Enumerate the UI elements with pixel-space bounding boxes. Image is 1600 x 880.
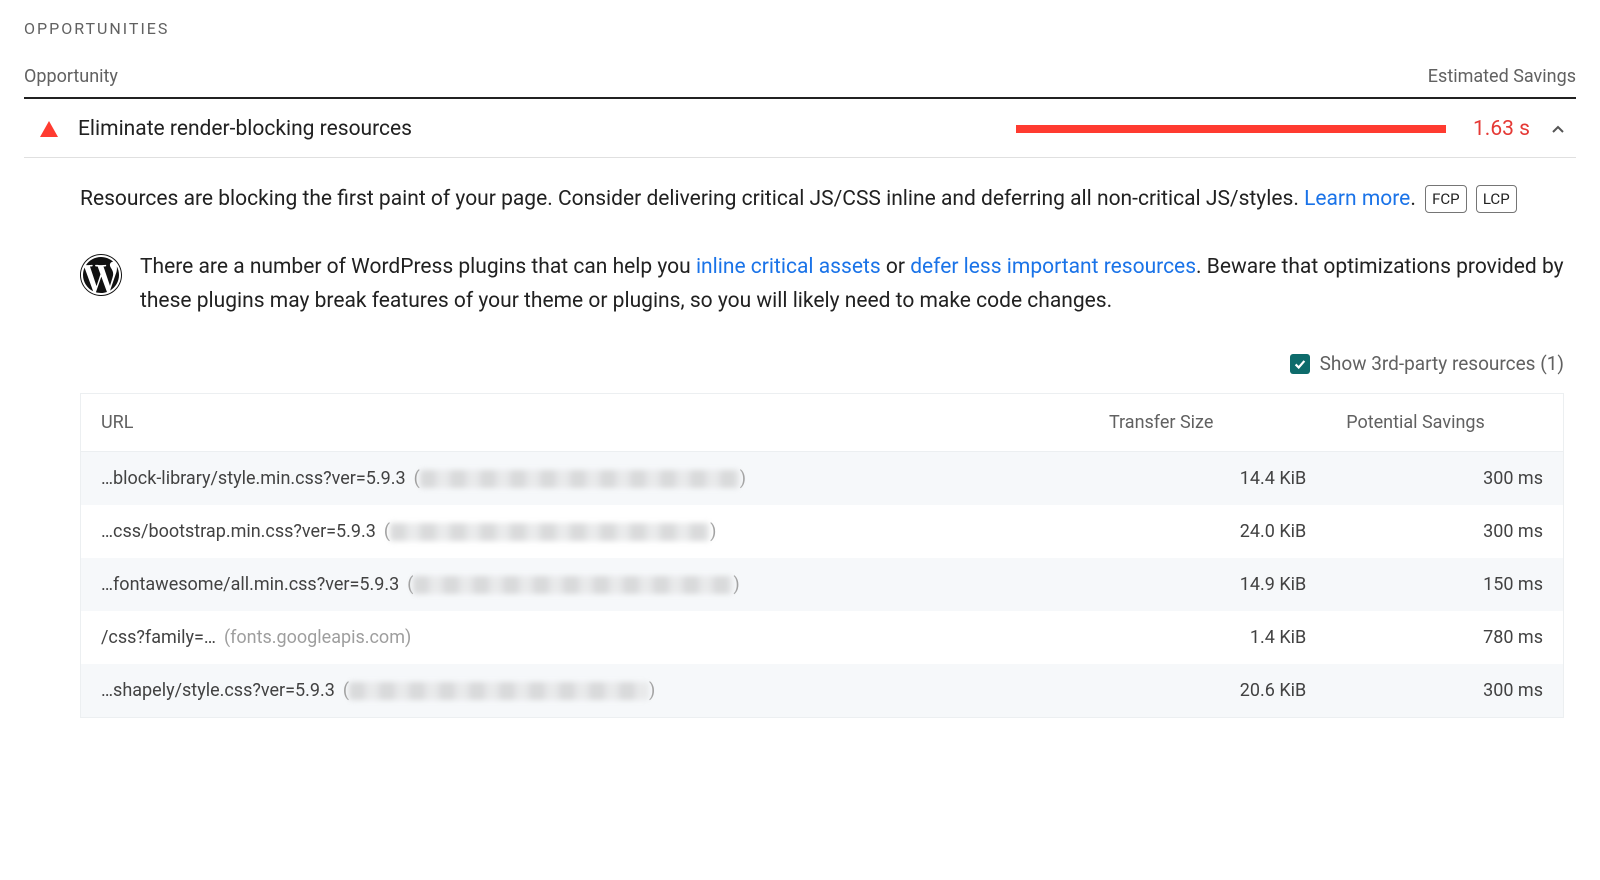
inline-critical-link[interactable]: inline critical assets bbox=[696, 255, 881, 279]
audit-details: Resources are blocking the first paint o… bbox=[24, 158, 1576, 718]
url-origin-redacted bbox=[420, 470, 740, 488]
hint-t1: There are a number of WordPress plugins … bbox=[140, 255, 696, 279]
savings-bar bbox=[1016, 125, 1446, 133]
checkbox-icon[interactable] bbox=[1290, 354, 1310, 374]
col-potential-savings: Potential Savings bbox=[1326, 394, 1563, 452]
cell-url: …shapely/style.css?ver=5.9.3 () bbox=[81, 664, 1089, 718]
cell-url: …css/bootstrap.min.css?ver=5.9.3 () bbox=[81, 505, 1089, 558]
cell-url: …fontawesome/all.min.css?ver=5.9.3 () bbox=[81, 558, 1089, 611]
cell-potential-savings: 300 ms bbox=[1326, 452, 1563, 506]
header-left: Opportunity bbox=[24, 66, 118, 87]
desc-text-after: . bbox=[1410, 187, 1416, 211]
url-path: /css?family=… bbox=[101, 627, 216, 648]
cell-transfer-size: 1.4 KiB bbox=[1089, 611, 1326, 664]
opportunities-header: Opportunity Estimated Savings bbox=[24, 50, 1576, 99]
table-row: …shapely/style.css?ver=5.9.3 () 20.6 KiB30… bbox=[81, 664, 1564, 718]
url-origin-redacted bbox=[390, 523, 710, 541]
url-origin: () bbox=[384, 521, 716, 542]
wordpress-icon bbox=[80, 254, 122, 300]
savings-value: 1.63 s bbox=[1462, 117, 1530, 141]
cell-url: …block-library/style.min.css?ver=5.9.3 () bbox=[81, 452, 1089, 506]
table-header-row: URL Transfer Size Potential Savings bbox=[81, 394, 1564, 452]
hint-t2: or bbox=[881, 255, 911, 279]
url-path: …fontawesome/all.min.css?ver=5.9.3 bbox=[101, 574, 399, 595]
third-party-toggle-label: Show 3rd-party resources (1) bbox=[1320, 352, 1564, 375]
hint-text: There are a number of WordPress plugins … bbox=[140, 250, 1564, 318]
url-origin-host: fonts.googleapis.com bbox=[230, 627, 405, 648]
table-row: /css?family=… (fonts.googleapis.com) 1.4 K… bbox=[81, 611, 1564, 664]
cell-transfer-size: 20.6 KiB bbox=[1089, 664, 1326, 718]
badge-fcp: FCP bbox=[1425, 185, 1467, 213]
audit-title: Eliminate render-blocking resources bbox=[78, 117, 412, 141]
cell-potential-savings: 780 ms bbox=[1326, 611, 1563, 664]
cell-potential-savings: 300 ms bbox=[1326, 505, 1563, 558]
url-origin-redacted bbox=[413, 576, 733, 594]
url-origin: (fonts.googleapis.com) bbox=[224, 627, 411, 648]
url-origin: () bbox=[407, 574, 739, 595]
badge-lcp: LCP bbox=[1476, 185, 1517, 213]
col-url: URL bbox=[81, 394, 1089, 452]
cell-transfer-size: 24.0 KiB bbox=[1089, 505, 1326, 558]
url-origin: () bbox=[414, 468, 746, 489]
chevron-up-icon[interactable] bbox=[1546, 117, 1570, 141]
url-origin: () bbox=[343, 680, 655, 701]
audit-description: Resources are blocking the first paint o… bbox=[80, 182, 1564, 216]
table-row: …css/bootstrap.min.css?ver=5.9.3 () 24.0 K… bbox=[81, 505, 1564, 558]
cell-potential-savings: 150 ms bbox=[1326, 558, 1563, 611]
header-right: Estimated Savings bbox=[1428, 66, 1576, 87]
cell-url: /css?family=… (fonts.googleapis.com) bbox=[81, 611, 1089, 664]
cell-transfer-size: 14.4 KiB bbox=[1089, 452, 1326, 506]
url-origin-redacted bbox=[349, 682, 649, 700]
warning-triangle-icon bbox=[36, 121, 62, 137]
cell-potential-savings: 300 ms bbox=[1326, 664, 1563, 718]
learn-more-link[interactable]: Learn more bbox=[1304, 187, 1410, 211]
col-transfer-size: Transfer Size bbox=[1089, 394, 1326, 452]
url-path: …css/bootstrap.min.css?ver=5.9.3 bbox=[101, 521, 376, 542]
section-label: OPPORTUNITIES bbox=[24, 15, 1576, 50]
desc-text-before: Resources are blocking the first paint o… bbox=[80, 187, 1304, 211]
audit-row-render-blocking[interactable]: Eliminate render-blocking resources 1.63… bbox=[24, 99, 1576, 158]
url-path: …shapely/style.css?ver=5.9.3 bbox=[101, 680, 335, 701]
resources-table: URL Transfer Size Potential Savings …blo… bbox=[80, 393, 1564, 718]
table-row: …block-library/style.min.css?ver=5.9.3 ()… bbox=[81, 452, 1564, 506]
defer-resources-link[interactable]: defer less important resources bbox=[910, 255, 1196, 279]
cell-transfer-size: 14.9 KiB bbox=[1089, 558, 1326, 611]
wordpress-hint: There are a number of WordPress plugins … bbox=[80, 250, 1564, 318]
third-party-toggle[interactable]: Show 3rd-party resources (1) bbox=[80, 352, 1564, 375]
url-path: …block-library/style.min.css?ver=5.9.3 bbox=[101, 468, 406, 489]
table-row: …fontawesome/all.min.css?ver=5.9.3 () 14.9… bbox=[81, 558, 1564, 611]
